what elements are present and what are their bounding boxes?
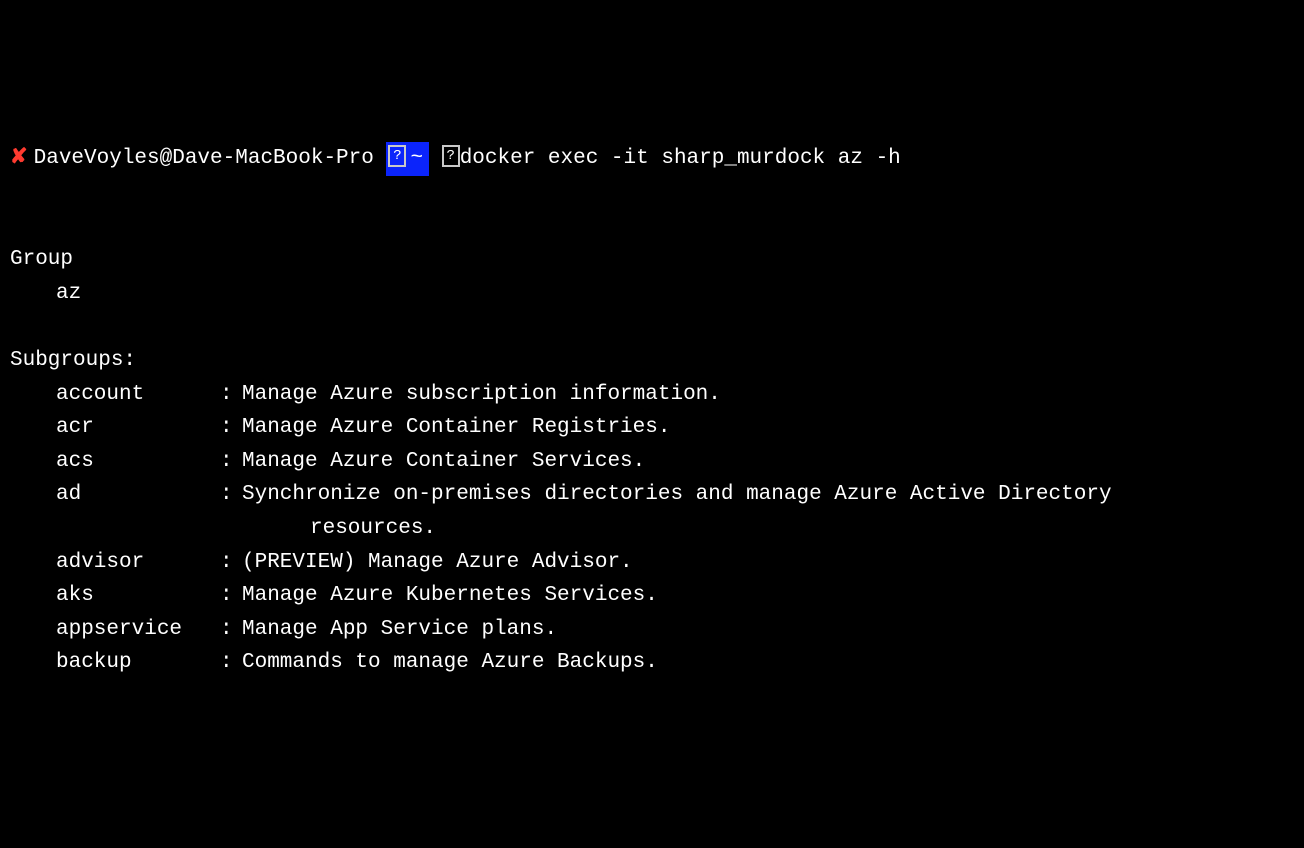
subgroup-desc: Manage Azure Container Services. <box>242 450 645 473</box>
colon-separator: : <box>220 445 242 479</box>
subgroup-desc: (PREVIEW) Manage Azure Advisor. <box>242 551 633 574</box>
prompt-line[interactable]: ✘DaveVoyles@Dave-MacBook-Pro ?~ ?docker … <box>10 142 1294 176</box>
subgroup-desc-continuation: resources. <box>10 512 1294 546</box>
glyph-box-icon: ? <box>388 145 406 167</box>
tilde-path: ~ <box>410 147 423 170</box>
subgroup-row: acs: Manage Azure Container Services. <box>10 445 1294 479</box>
subgroup-desc: Commands to manage Azure Backups. <box>242 651 658 674</box>
subgroup-row: advisor: (PREVIEW) Manage Azure Advisor. <box>10 546 1294 580</box>
colon-separator: : <box>220 378 242 412</box>
subgroup-name: appservice <box>10 613 220 647</box>
group-name: az <box>10 282 81 305</box>
subgroup-row: account: Manage Azure subscription infor… <box>10 378 1294 412</box>
colon-separator: : <box>220 478 242 512</box>
subgroup-row: appservice: Manage App Service plans. <box>10 613 1294 647</box>
subgroup-name: ad <box>10 478 220 512</box>
subgroup-name: aks <box>10 579 220 613</box>
subgroup-row: ad: Synchronize on-premises directories … <box>10 478 1294 512</box>
blank-line <box>10 215 23 238</box>
colon-separator: : <box>220 411 242 445</box>
command-text: docker exec -it sharp_murdock az -h <box>460 147 901 170</box>
blank-line <box>10 315 23 338</box>
status-cross-icon: ✘ <box>10 147 28 170</box>
group-heading: Group <box>10 248 73 271</box>
subgroup-row: acr: Manage Azure Container Registries. <box>10 411 1294 445</box>
prompt-segment-left: ?~ <box>386 142 429 176</box>
colon-separator: : <box>220 646 242 680</box>
user-host: DaveVoyles@Dave-MacBook-Pro <box>34 147 374 170</box>
subgroup-desc: Manage Azure Kubernetes Services. <box>242 584 658 607</box>
subgroup-row: aks: Manage Azure Kubernetes Services. <box>10 579 1294 613</box>
colon-separator: : <box>220 579 242 613</box>
subgroup-name: backup <box>10 646 220 680</box>
subgroup-name: advisor <box>10 546 220 580</box>
subgroup-desc: Manage Azure subscription information. <box>242 383 721 406</box>
colon-separator: : <box>220 546 242 580</box>
subgroup-name: acr <box>10 411 220 445</box>
colon-separator: : <box>220 613 242 647</box>
subgroup-name: acs <box>10 445 220 479</box>
subgroup-list: account: Manage Azure subscription infor… <box>10 378 1294 680</box>
subgroup-desc: Manage App Service plans. <box>242 618 557 641</box>
subgroup-desc: Manage Azure Container Registries. <box>242 416 670 439</box>
subgroup-desc: Synchronize on-premises directories and … <box>242 483 1112 506</box>
subgroup-name: account <box>10 378 220 412</box>
glyph-box-icon: ? <box>442 145 460 167</box>
subgroup-row: backup: Commands to manage Azure Backups… <box>10 646 1294 680</box>
subgroups-heading: Subgroups: <box>10 349 136 372</box>
